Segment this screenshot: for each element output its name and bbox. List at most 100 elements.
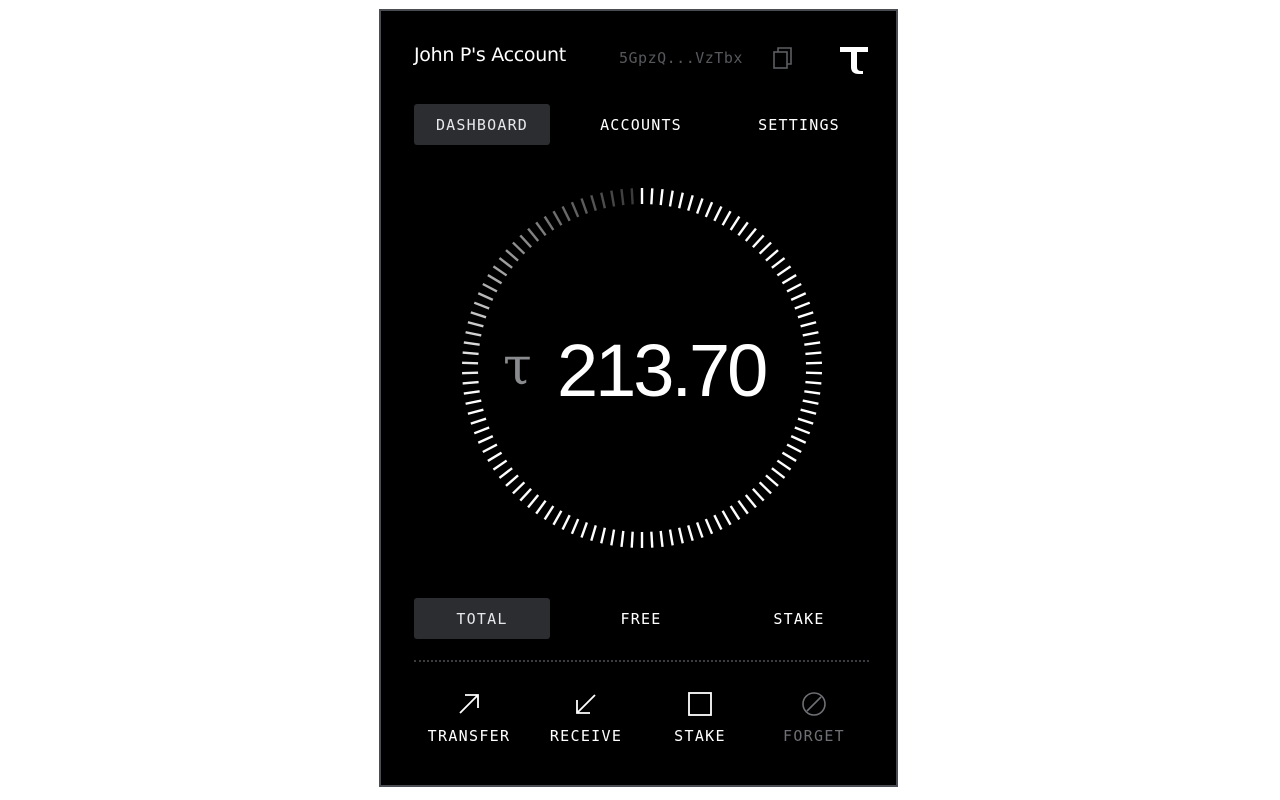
dial-tick [498,257,513,269]
dial-tick [800,408,817,415]
dial-tick [668,190,674,207]
dial-tick [561,514,571,531]
dial-tick [543,505,555,521]
dial-tick [704,201,714,218]
dial-tick [737,499,749,515]
dial-tick [695,522,704,538]
account-name: John P's Account [414,44,566,66]
tau-currency-symbol: τ [503,337,532,397]
dial-tick [805,380,822,385]
arrow-up-right-icon [459,694,479,714]
dial-tick [650,188,654,205]
dial-tick [470,311,487,319]
copy-icon[interactable] [772,46,794,70]
dial-tick [687,194,694,211]
dial-tick [781,451,797,462]
dial-tick [668,529,674,546]
dial-tick [535,499,547,515]
dial-tick [776,459,792,471]
dial-tick [463,341,480,346]
dial-tick [465,399,482,405]
dial-tick [473,301,490,310]
dial-tick [713,205,723,222]
dial-tick [804,390,821,395]
dial-tick [492,265,508,277]
dial-tick [561,205,571,222]
dial-tick [713,514,723,531]
dial-tick [771,257,786,269]
arrow-down-left-icon [576,694,596,714]
filter-total[interactable]: TOTAL [414,598,550,639]
dial-tick [800,321,817,328]
dial-tick [462,351,479,356]
dial-tick [786,443,802,454]
dial-tick [505,249,519,262]
transfer-label: TRANSFER [427,727,511,745]
tab-dashboard[interactable]: DASHBOARD [414,104,550,145]
dial-tick [659,189,664,206]
dial-tick [790,435,807,444]
dial-tick [797,417,814,425]
dial-tick [765,474,779,487]
dial-tick [610,529,616,546]
dial-tick [802,399,819,405]
dial-tick [467,321,484,328]
forget-button[interactable]: FORGET [759,691,869,751]
dial-tick [790,292,807,301]
dial-tick [630,531,634,548]
dial-tick [786,282,802,293]
dial-tick [677,192,684,209]
dial-tick [781,274,797,285]
dial-tick [477,292,494,301]
dial-tick [570,518,580,535]
balance-amount: 213.70 [557,329,768,412]
dial-tick [794,426,811,435]
transfer-button[interactable]: TRANSFER [414,691,524,751]
dial-tick [721,510,732,526]
dial-tick [580,198,589,214]
dial-tick [650,531,654,548]
dial-tick [752,234,765,248]
dial-tick [482,282,498,293]
dial-tick [470,417,487,425]
receive-button[interactable]: RECEIVE [531,691,641,751]
dial-tick [737,221,749,237]
dial-tick [758,481,772,495]
dial-tick [590,525,597,542]
dial-tick [677,527,684,544]
slash-circle-icon [802,692,826,716]
dial-tick [729,215,741,231]
stake-button[interactable]: STAKE [645,691,755,751]
dial-tick [620,189,625,206]
dial-tick [467,408,484,415]
dial-tick [492,459,508,471]
tab-settings[interactable]: SETTINGS [731,104,867,145]
dial-tick [519,234,532,248]
dial-tick [744,227,757,242]
dial-tick [512,481,526,495]
wallet-panel: John P's Account 5GpzQ...VzTbx DASHBOARD… [379,9,898,787]
dial-tick [695,198,704,214]
dial-tick [794,301,811,310]
dial-tick [610,190,616,207]
dial-tick [465,331,482,337]
filter-stake[interactable]: STAKE [731,598,867,639]
dial-tick [797,311,814,319]
tab-accounts[interactable]: ACCOUNTS [573,104,709,145]
tau-logo-icon [840,47,868,74]
dial-tick [776,265,792,277]
forget-label: FORGET [783,727,845,745]
dial-tick [659,530,664,547]
dial-tick [600,527,607,544]
dial-tick [535,221,547,237]
account-address[interactable]: 5GpzQ...VzTbx [619,49,743,67]
receive-label: RECEIVE [549,727,623,745]
dial-tick [527,494,540,509]
dial-tick [580,522,589,538]
dial-tick [498,467,513,479]
dial-tick [758,241,772,255]
filter-free[interactable]: FREE [573,598,709,639]
dial-tick [729,505,741,521]
dial-tick [512,241,526,255]
dial-tick [570,201,580,218]
